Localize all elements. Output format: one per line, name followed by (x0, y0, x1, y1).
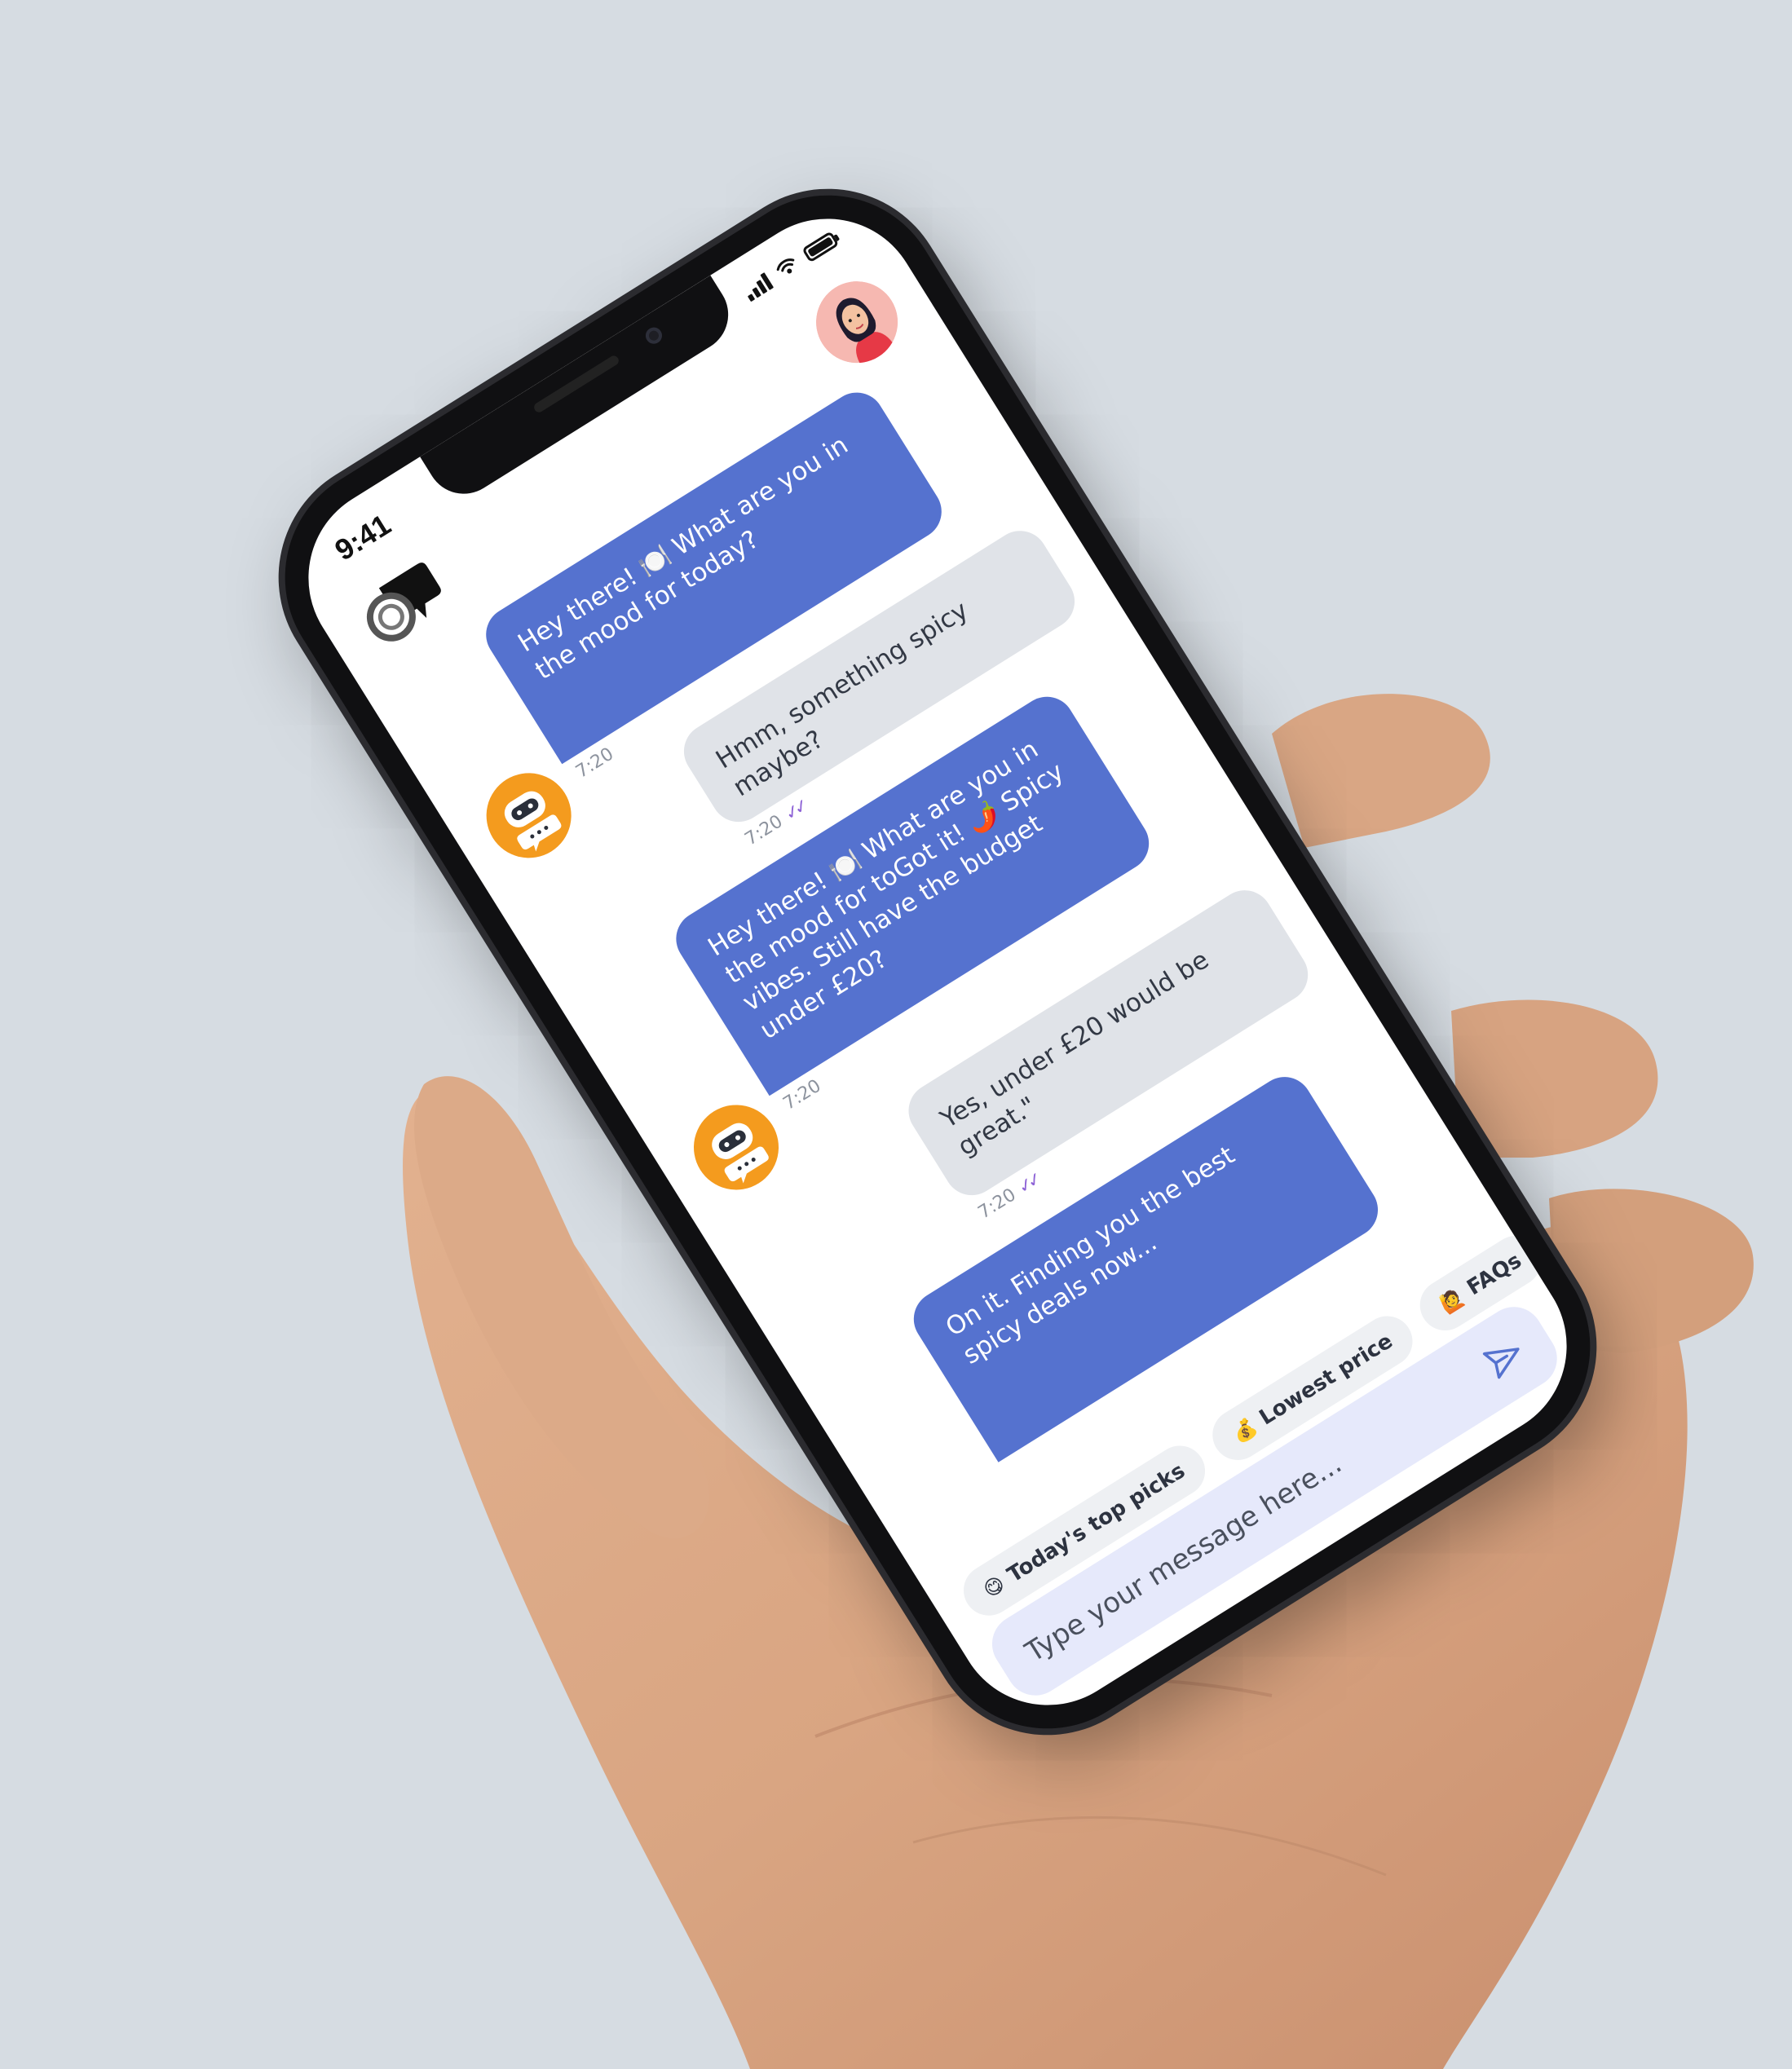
yum-face-icon: 😋 (979, 1572, 1009, 1603)
phone-frame: 9:41 Hey there! 🍽️ What are you in the m… (241, 152, 1634, 1772)
chat-logo-icon[interactable] (343, 551, 458, 661)
user-avatar-illustration (816, 281, 898, 368)
status-time: 9:41 (329, 507, 397, 567)
money-bag-icon: 💰 (1228, 1414, 1261, 1447)
wifi-icon (776, 258, 795, 274)
quick-reply-label: FAQs (1463, 1248, 1526, 1301)
front-camera (642, 324, 665, 347)
signal-icon (740, 271, 775, 302)
double-check-icon: ✓✓ (781, 796, 810, 826)
phone-screen: 9:41 Hey there! 🍽️ What are you in the m… (273, 183, 1602, 1740)
speaker-grille (532, 354, 621, 414)
double-check-icon: ✓✓ (1014, 1170, 1043, 1199)
user-avatar[interactable] (801, 266, 913, 379)
raising-hand-icon: 🙋 (1436, 1284, 1469, 1317)
battery-icon (801, 231, 840, 263)
